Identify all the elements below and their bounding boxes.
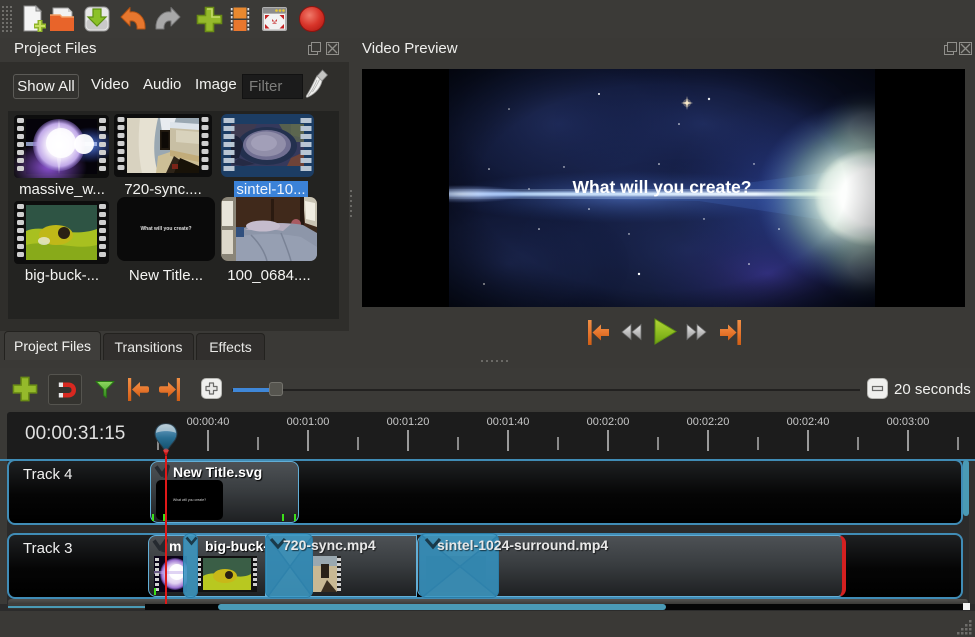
svg-text:00:01:20: 00:01:20 (387, 416, 430, 428)
svg-text:00:02:40: 00:02:40 (787, 416, 830, 428)
svg-text:00:00:40: 00:00:40 (187, 416, 230, 428)
svg-text:00:01:40: 00:01:40 (487, 416, 530, 428)
svg-text:What will you create?: What will you create? (573, 177, 752, 197)
svg-text:00:01:00: 00:01:00 (287, 416, 330, 428)
svg-text:00:03:00: 00:03:00 (887, 416, 930, 428)
svg-text:00:02:00: 00:02:00 (587, 416, 630, 428)
svg-text:00:02:20: 00:02:20 (687, 416, 730, 428)
